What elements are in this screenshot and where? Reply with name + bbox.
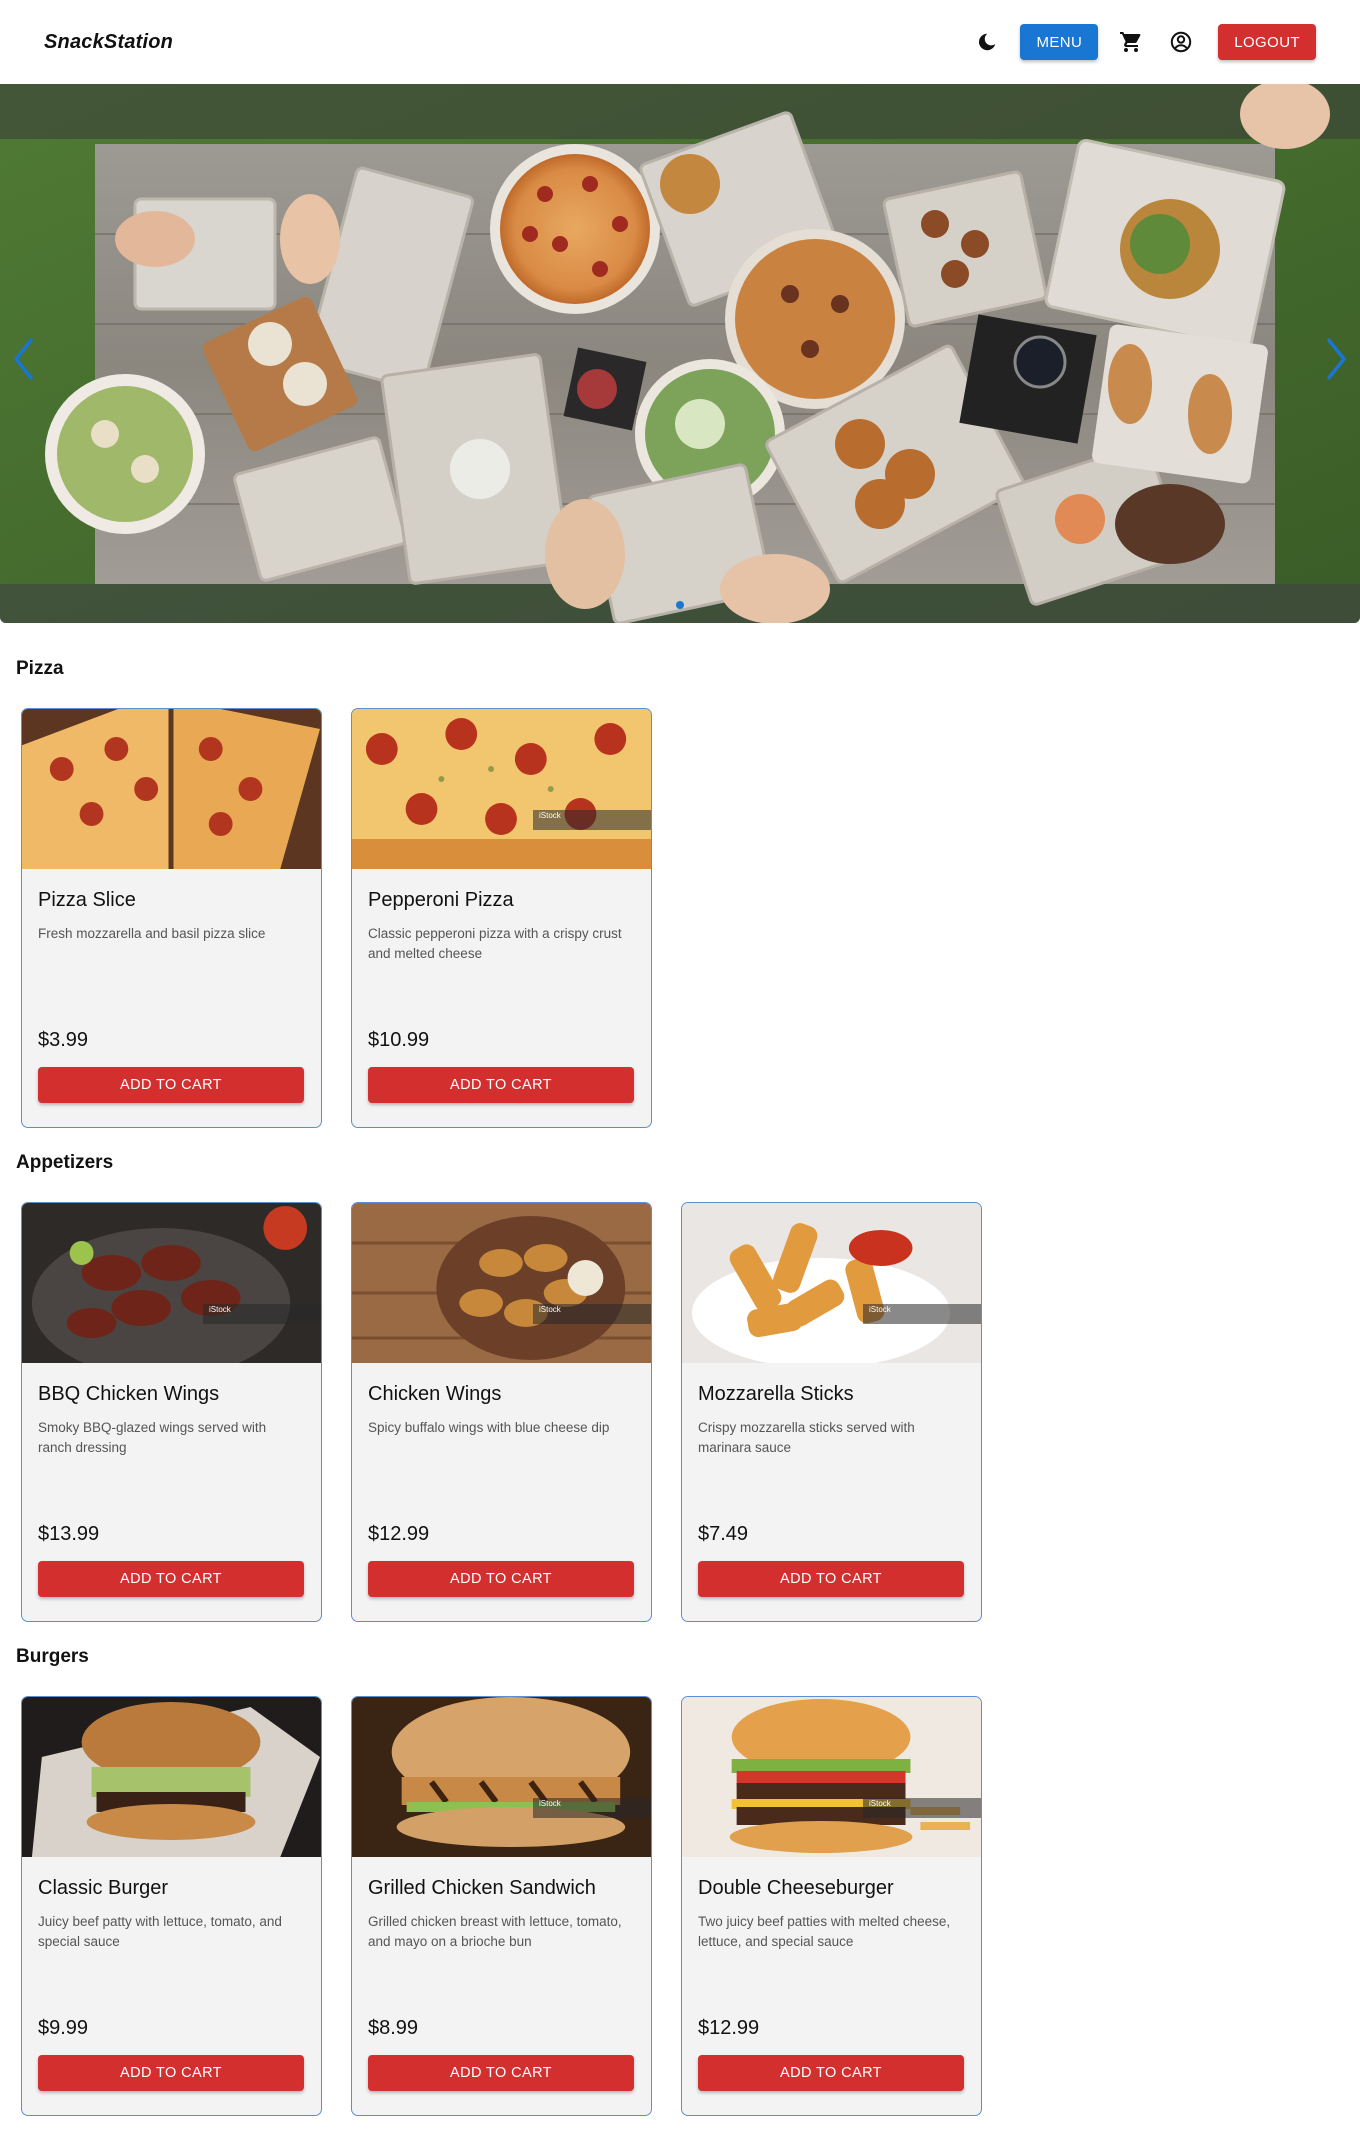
pizza-slice-image [22, 709, 321, 869]
account-button[interactable] [1156, 17, 1206, 67]
add-to-cart-button[interactable]: ADD TO CART [38, 1067, 304, 1103]
image-watermark: iStock [533, 810, 651, 830]
cart-button[interactable] [1106, 17, 1156, 67]
item-price: $12.99 [368, 1523, 430, 1545]
item-title: Pepperoni Pizza [368, 889, 514, 911]
mozzarella-sticks-image [682, 1203, 981, 1363]
item-description: Classic pepperoni pizza with a crispy cr… [368, 926, 622, 961]
add-to-cart-button[interactable]: ADD TO CART [368, 2055, 634, 2091]
chevron-right-icon [1326, 337, 1347, 381]
item-price: $3.99 [38, 1029, 89, 1051]
menu-item-card: iStock Pepperoni Pizza Classic pepperoni… [351, 708, 652, 1128]
item-description: Fresh mozzarella and basil pizza slice [38, 926, 266, 941]
carousel-dot-active[interactable] [676, 601, 684, 609]
chicken-wings-image [352, 1203, 651, 1363]
image-watermark: iStock [863, 1798, 981, 1818]
section-title-burgers: Burgers [16, 1646, 89, 1667]
carousel-indicators [0, 601, 1360, 609]
item-price: $9.99 [38, 2017, 89, 2039]
image-watermark: iStock [533, 1798, 651, 1818]
item-price: $7.49 [698, 1523, 749, 1545]
add-to-cart-button[interactable]: ADD TO CART [698, 1561, 964, 1597]
add-to-cart-button[interactable]: ADD TO CART [368, 1067, 634, 1103]
item-price: $12.99 [698, 2017, 760, 2039]
brand-logo[interactable]: SnackStation [44, 31, 173, 54]
item-title: Mozzarella Sticks [698, 1383, 854, 1405]
section-title-appetizers: Appetizers [16, 1152, 114, 1173]
classic-burger-image [22, 1697, 321, 1857]
cart-icon [1120, 32, 1141, 52]
header-actions: MENU LOGOUT [962, 17, 1316, 67]
item-description: Juicy beef patty with lettuce, tomato, a… [38, 1914, 282, 1949]
item-description: Two juicy beef patties with melted chees… [698, 1914, 951, 1949]
image-watermark: iStock [863, 1304, 981, 1324]
item-title: Pizza Slice [38, 889, 136, 911]
add-to-cart-button[interactable]: ADD TO CART [38, 2055, 304, 2091]
menu-item-card: iStock Grilled Chicken Sandwich Grilled … [351, 1696, 652, 2116]
item-title: Double Cheeseburger [698, 1877, 894, 1899]
section-title-pizza: Pizza [16, 658, 64, 679]
menu-item-card: iStock Mozzarella Sticks Crispy mozzarel… [681, 1202, 982, 1622]
carousel-next-button[interactable] [1316, 329, 1356, 389]
menu-item-card: iStock BBQ Chicken Wings Smoky BBQ-glaze… [21, 1202, 322, 1622]
add-to-cart-button[interactable]: ADD TO CART [698, 2055, 964, 2091]
menu-item-card: iStock Chicken Wings Spicy buffalo wings… [351, 1202, 652, 1622]
add-to-cart-button[interactable]: ADD TO CART [38, 1561, 304, 1597]
grilled-chicken-sandwich-image [352, 1697, 651, 1857]
menu-item-card: Pizza Slice Fresh mozzarella and basil p… [21, 708, 322, 1128]
image-watermark: iStock [203, 1304, 321, 1324]
logout-button[interactable]: LOGOUT [1218, 24, 1316, 60]
hero-food-image [0, 84, 1360, 623]
item-title: Grilled Chicken Sandwich [368, 1877, 596, 1899]
item-title: Chicken Wings [368, 1383, 502, 1405]
app-bar: SnackStation MENU LOGOUT [0, 0, 1360, 84]
item-title: BBQ Chicken Wings [38, 1383, 220, 1405]
chevron-left-icon [13, 337, 34, 381]
item-price: $8.99 [368, 2017, 419, 2039]
item-price: $13.99 [38, 1523, 100, 1545]
pepperoni-pizza-image [352, 709, 651, 869]
hero-carousel [0, 84, 1360, 623]
add-to-cart-button[interactable]: ADD TO CART [368, 1561, 634, 1597]
item-description: Spicy buffalo wings with blue cheese dip [368, 1420, 610, 1435]
item-description: Smoky BBQ-glazed wings served with ranch… [38, 1420, 267, 1455]
item-description: Crispy mozzarella sticks served with mar… [698, 1420, 915, 1455]
menu-button[interactable]: MENU [1020, 24, 1099, 60]
moon-icon [979, 33, 996, 51]
image-watermark: iStock [533, 1304, 651, 1324]
item-description: Grilled chicken breast with lettuce, tom… [368, 1914, 622, 1949]
theme-toggle-button[interactable] [962, 17, 1012, 67]
item-title: Classic Burger [38, 1877, 169, 1899]
double-cheeseburger-image [682, 1697, 981, 1857]
account-circle-icon [1171, 31, 1192, 53]
carousel-prev-button[interactable] [4, 329, 44, 389]
menu-item-card: iStock Double Cheeseburger Two juicy bee… [681, 1696, 982, 2116]
item-price: $10.99 [368, 1029, 430, 1051]
menu-item-card: Classic Burger Juicy beef patty with let… [21, 1696, 322, 2116]
bbq-chicken-wings-image [22, 1203, 321, 1363]
